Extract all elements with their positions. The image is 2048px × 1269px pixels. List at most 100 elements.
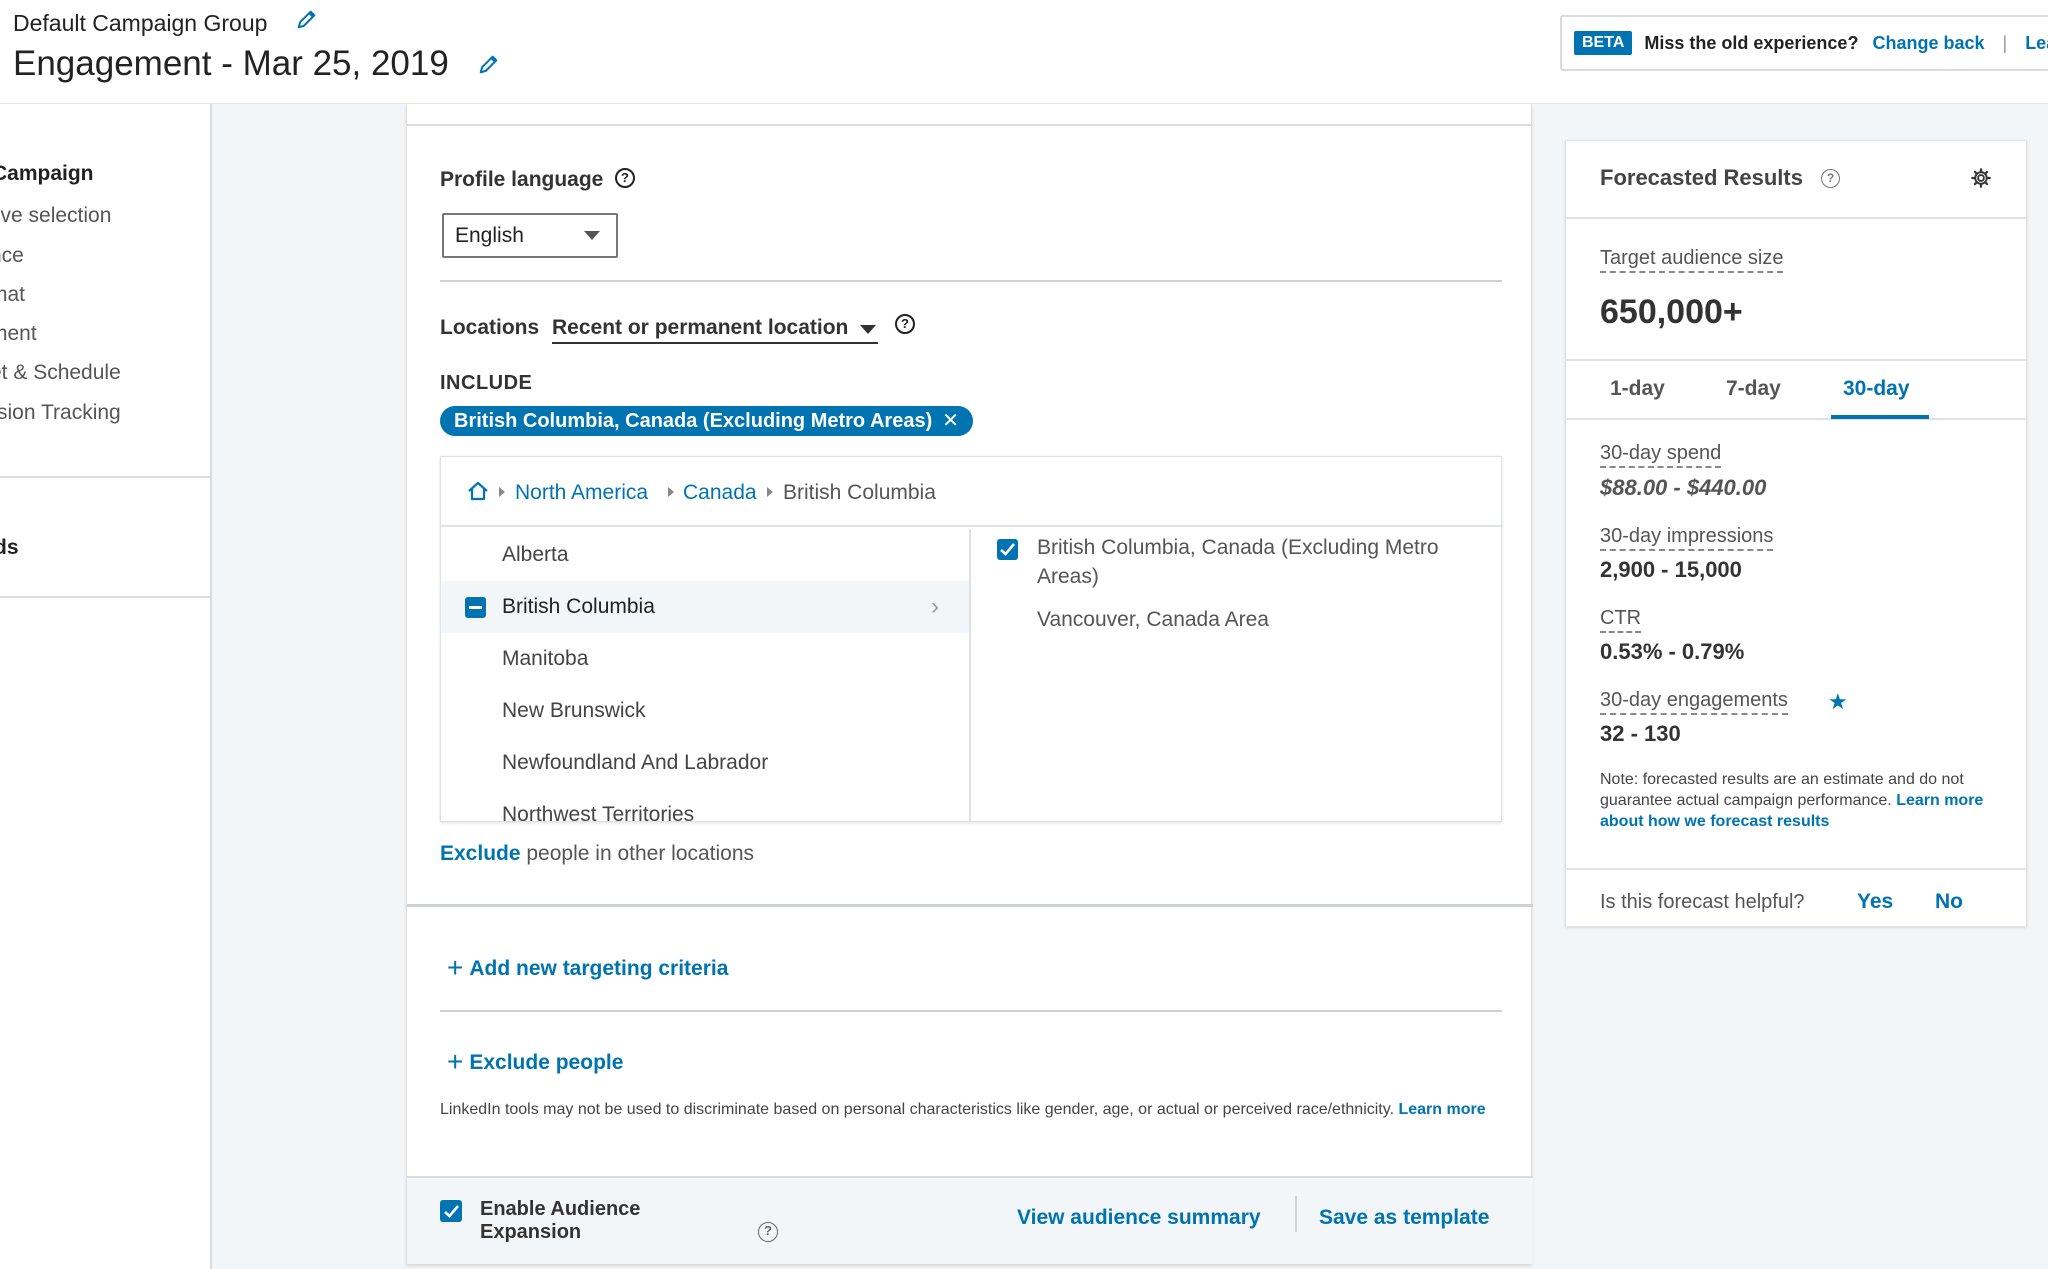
ctr-value: 0.53% - 0.79% [1600,639,1745,664]
breadcrumb: North America Canada British Columbia [441,457,1503,527]
profile-language-label: Profile language [440,168,604,191]
view-audience-summary-button[interactable]: View audience summary [1017,1206,1261,1230]
add-targeting-criteria-button[interactable]: + Add new targeting criteria [447,952,728,984]
helpful-yes-button[interactable]: Yes [1857,890,1893,914]
target-audience-label: Target audience size [1600,247,1784,273]
breadcrumb-arrow-icon [668,487,674,497]
remove-pill-close-icon[interactable]: ✕ [942,410,959,432]
location-name: Newfoundland And Labrador [502,751,769,774]
nav-divider [0,596,212,598]
home-icon[interactable] [467,481,489,506]
audience-expansion-label: Enable Audience Expansion [480,1198,641,1243]
targeting-card: Profile language ? English Locations Rec… [406,104,1533,1264]
panel-divider [1566,868,2028,870]
beta-question: Miss the old experience? [1644,32,1859,53]
pill-label: British Columbia, Canada (Excluding Metr… [454,410,933,432]
impressions-label: 30-day impressions [1600,525,1774,551]
learn-more-link[interactable]: Lea [2025,33,2048,54]
forecast-helpful-question: Is this forecast helpful? [1600,891,1805,913]
selected-location-item[interactable]: Vancouver, Canada Area [1037,608,1269,632]
location-item-new-brunswick[interactable]: New Brunswick [441,685,969,737]
forecast-title: Forecasted Results [1600,165,1803,190]
profile-language-help-icon[interactable]: ? [615,168,635,188]
disclaimer-learn-more-link[interactable]: Learn more [1398,1101,1485,1118]
panel-divider [1566,359,2028,361]
gear-icon[interactable] [1970,167,1992,194]
include-label: INCLUDE [440,372,533,394]
caret-down-icon [584,231,600,240]
locations-help-icon[interactable]: ? [895,314,915,334]
save-as-template-button[interactable]: Save as template [1319,1206,1489,1230]
disclaimer-body: LinkedIn tools may not be used to discri… [440,1101,1399,1118]
nav-item-audience[interactable]: nce [0,244,24,268]
exclude-people-button[interactable]: + Exclude people [447,1046,623,1078]
exclude-locations-line: Exclude people in other locations [440,842,754,866]
spend-label: 30-day spend [1600,442,1722,468]
exclude-people-label: Exclude people [469,1051,624,1074]
ctr-label: CTR [1600,607,1642,633]
location-item-alberta[interactable]: Alberta [441,529,969,581]
location-item-newfoundland[interactable]: Newfoundland And Labrador [441,737,969,789]
selected-location-item[interactable]: British Columbia, Canada (Excluding Metr… [1037,533,1457,591]
locations-label: Locations [440,316,540,339]
location-item-northwest-territories[interactable]: Northwest Territories [441,789,969,823]
location-name: Manitoba [502,647,589,670]
panel-divider [1566,217,2028,219]
profile-language-select[interactable]: English [442,213,618,258]
location-name: Alberta [502,543,569,566]
chevron-right-icon[interactable]: › [931,581,939,633]
change-back-link[interactable]: Change back [1872,33,1984,54]
nav-divider [0,476,212,478]
caret-down-icon [860,325,877,334]
location-name: British Columbia [502,595,655,618]
section-divider [407,904,1533,907]
location-list: Alberta British Columbia › Manitoba New … [441,529,971,823]
nav-item-creative-selection[interactable]: tive selection [0,204,111,228]
campaign-title: Engagement - Mar 25, 2019 [13,44,449,83]
breadcrumb-arrow-icon [499,487,505,497]
edit-title-pencil-icon[interactable] [478,53,500,75]
beta-badge: BETA [1574,31,1633,55]
breadcrumb-arrow-icon [767,487,773,497]
audience-expansion-checkbox[interactable] [440,1200,462,1222]
location-item-manitoba[interactable]: Manitoba [441,633,969,685]
breadcrumb-canada[interactable]: Canada [683,481,757,505]
included-location-pill: British Columbia, Canada (Excluding Metr… [440,406,973,436]
section-divider [440,1010,1502,1012]
checkbox-checked-icon[interactable] [997,539,1018,560]
forecast-note: Note: forecasted results are an estimate… [1600,769,1995,832]
nav-campaign-heading[interactable]: Campaign [0,162,94,186]
profile-language-value: English [455,224,524,247]
edit-group-pencil-icon[interactable] [296,8,318,30]
beta-separator: | [2002,32,2008,53]
breadcrumb-british-columbia: British Columbia [783,481,936,504]
exclude-locations-text: people in other locations [520,842,755,865]
nav-item-budget-schedule[interactable]: et & Schedule [0,361,121,385]
tab-30-day[interactable]: 30-day [1843,377,1910,401]
engagements-value: 32 - 130 [1600,721,1681,746]
nav-item-conversion-tracking[interactable]: rsion Tracking [0,401,121,425]
nav-item-format[interactable]: mat [0,283,25,307]
section-divider [407,124,1533,126]
engagements-label: 30-day engagements [1600,689,1788,715]
breadcrumb-north-america[interactable]: North America [515,481,648,505]
nav-item-placement[interactable]: ment [0,322,37,346]
section-divider [440,280,1502,282]
location-mode-dropdown[interactable]: Recent or permanent location [552,316,879,344]
location-item-british-columbia[interactable]: British Columbia › [441,581,969,633]
audience-expansion-help-icon[interactable]: ? [758,1222,778,1242]
panel-divider [1566,418,2028,420]
partial-checkbox-icon[interactable] [465,597,486,618]
disclaimer-text: LinkedIn tools may not be used to discri… [440,1099,1500,1120]
target-audience-value: 650,000+ [1600,293,1743,331]
beta-banner: BETA Miss the old experience? Change bac… [1560,15,2048,71]
audience-footer-bar: Enable Audience Expansion ? View audienc… [407,1176,1533,1264]
add-criteria-label: Add new targeting criteria [469,957,729,980]
tab-7-day[interactable]: 7-day [1726,377,1781,401]
tab-1-day[interactable]: 1-day [1610,377,1665,401]
location-browser: North America Canada British Columbia Al… [440,456,1503,823]
exclude-locations-link[interactable]: Exclude [440,842,521,865]
helpful-no-button[interactable]: No [1935,890,1963,914]
forecast-help-icon[interactable]: ? [1821,169,1840,188]
nav-ads-heading[interactable]: ds [0,536,19,560]
